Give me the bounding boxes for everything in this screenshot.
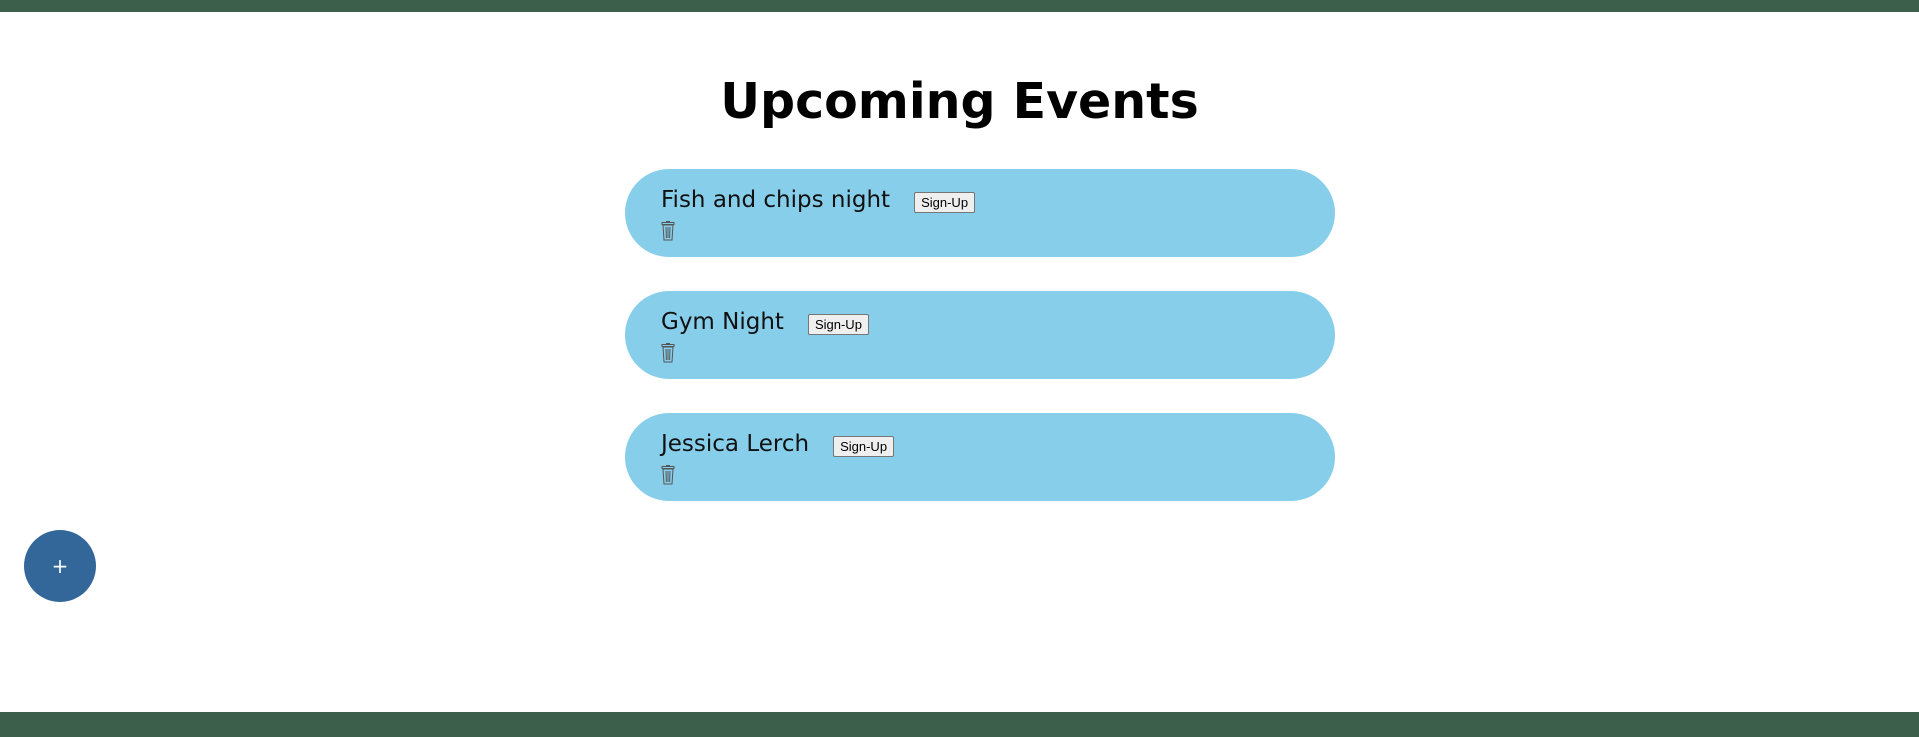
event-row: Gym Night Sign-Up (661, 307, 1335, 337)
signup-button[interactable]: Sign-Up (807, 313, 869, 335)
event-row: Fish and chips night Sign-Up (661, 185, 1335, 215)
bottom-bar (0, 712, 1919, 737)
event-name: Fish and chips night (661, 187, 891, 213)
signup-button[interactable]: Sign-Up (833, 435, 895, 457)
trash-icon[interactable] (661, 221, 675, 241)
event-card: Fish and chips night Sign-Up (625, 169, 1335, 257)
event-card: Jessica Lerch Sign-Up (625, 413, 1335, 501)
trash-icon[interactable] (661, 465, 675, 485)
event-name: Jessica Lerch (661, 431, 810, 457)
trash-icon[interactable] (661, 343, 675, 363)
signup-button[interactable]: Sign-Up (914, 191, 976, 213)
page-title: Upcoming Events (720, 73, 1199, 130)
top-bar (0, 0, 1919, 12)
page: Upcoming Events Fish and chips night Sig… (0, 0, 1919, 737)
event-name: Gym Night (661, 309, 784, 335)
event-card: Gym Night Sign-Up (625, 291, 1335, 379)
add-event-button[interactable]: + (24, 530, 96, 602)
event-list: Fish and chips night Sign-Up Gym Night S… (625, 169, 1335, 535)
event-row: Jessica Lerch Sign-Up (661, 429, 1335, 459)
